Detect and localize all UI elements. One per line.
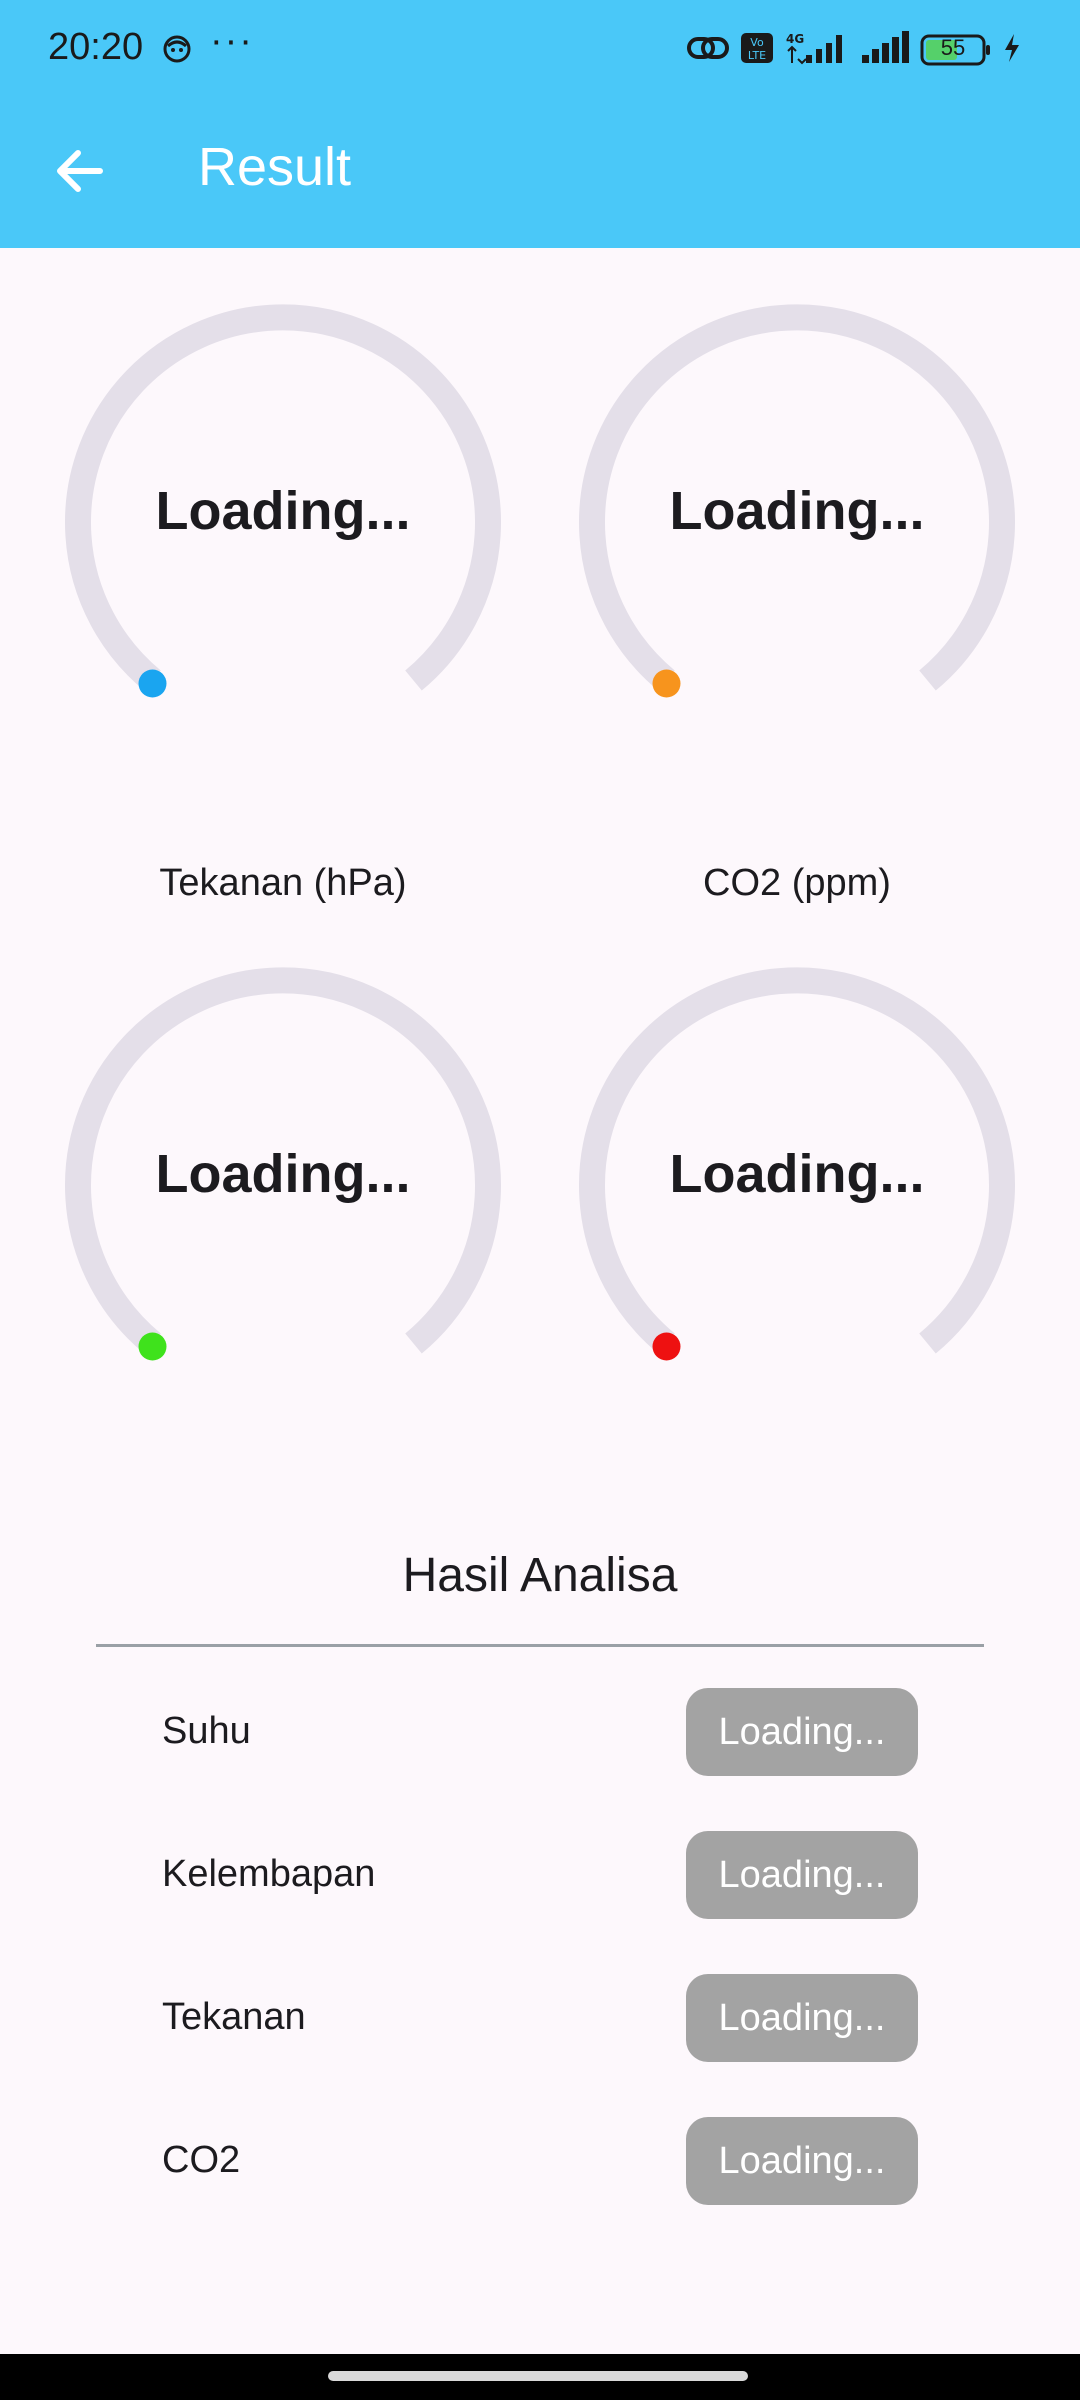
battery-level: 55 <box>940 35 966 60</box>
divider <box>96 1644 984 1647</box>
face-icon <box>162 34 192 64</box>
analysis-row-label-tekanan: Tekanan <box>162 1996 306 2038</box>
status-bar: 20:20 ··· Vo LTE 4G 55 <box>0 0 1080 100</box>
analysis-title: Hasil Analisa <box>402 1549 678 1602</box>
gauge-label-co2: CO2 (ppm) <box>703 862 891 904</box>
svg-text:4G: 4G <box>786 32 804 46</box>
charging-icon <box>1002 33 1022 68</box>
status-time: 20:20 <box>48 26 144 68</box>
battery-icon: 55 <box>920 33 992 67</box>
gauge-indicator-dot <box>652 669 681 698</box>
gauge-kelembapan: Loading... <box>567 300 1027 780</box>
app-bar: Result <box>0 100 1080 248</box>
analysis-row-label-suhu: Suhu <box>162 1710 251 1752</box>
gauge-value: Loading... <box>669 481 925 541</box>
gauge-value: Loading... <box>155 1144 411 1204</box>
analysis-status-co2: Loading... <box>686 2117 918 2205</box>
gauge-value: Loading... <box>669 1144 925 1204</box>
gauge-value: Loading... <box>155 481 411 541</box>
signal-icon <box>860 30 910 70</box>
home-gesture-handle[interactable] <box>328 2371 748 2381</box>
analysis-status-tekanan: Loading... <box>686 1974 918 2062</box>
analysis-row-label-co2: CO2 <box>162 2139 241 2181</box>
svg-text:LTE: LTE <box>748 49 766 62</box>
gauge-co2: Loading... <box>567 963 1027 1443</box>
gauge-indicator-dot <box>138 1332 167 1361</box>
svg-text:Vo: Vo <box>750 36 764 49</box>
overflow-dots: ··· <box>210 20 254 62</box>
analysis-row-label-kelembapan: Kelembapan <box>162 1853 376 1895</box>
navigation-bar <box>0 2354 1080 2400</box>
analysis-status-suhu: Loading... <box>686 1688 918 1776</box>
arrow-left-icon <box>54 149 104 198</box>
page-title: Result <box>198 137 352 197</box>
gauge-indicator-dot <box>138 669 167 698</box>
link-icon <box>686 33 730 68</box>
volte-icon: Vo LTE <box>740 32 774 69</box>
gauge-label-tekanan: Tekanan (hPa) <box>159 862 407 904</box>
gauge-suhu: Loading... <box>53 300 513 780</box>
gauge-indicator-dot <box>652 1332 681 1361</box>
analysis-status-kelembapan: Loading... <box>686 1831 918 1919</box>
gauge-tekanan: Loading... <box>53 963 513 1443</box>
back-button[interactable] <box>40 134 118 212</box>
signal-4g-icon: 4G <box>784 31 850 70</box>
